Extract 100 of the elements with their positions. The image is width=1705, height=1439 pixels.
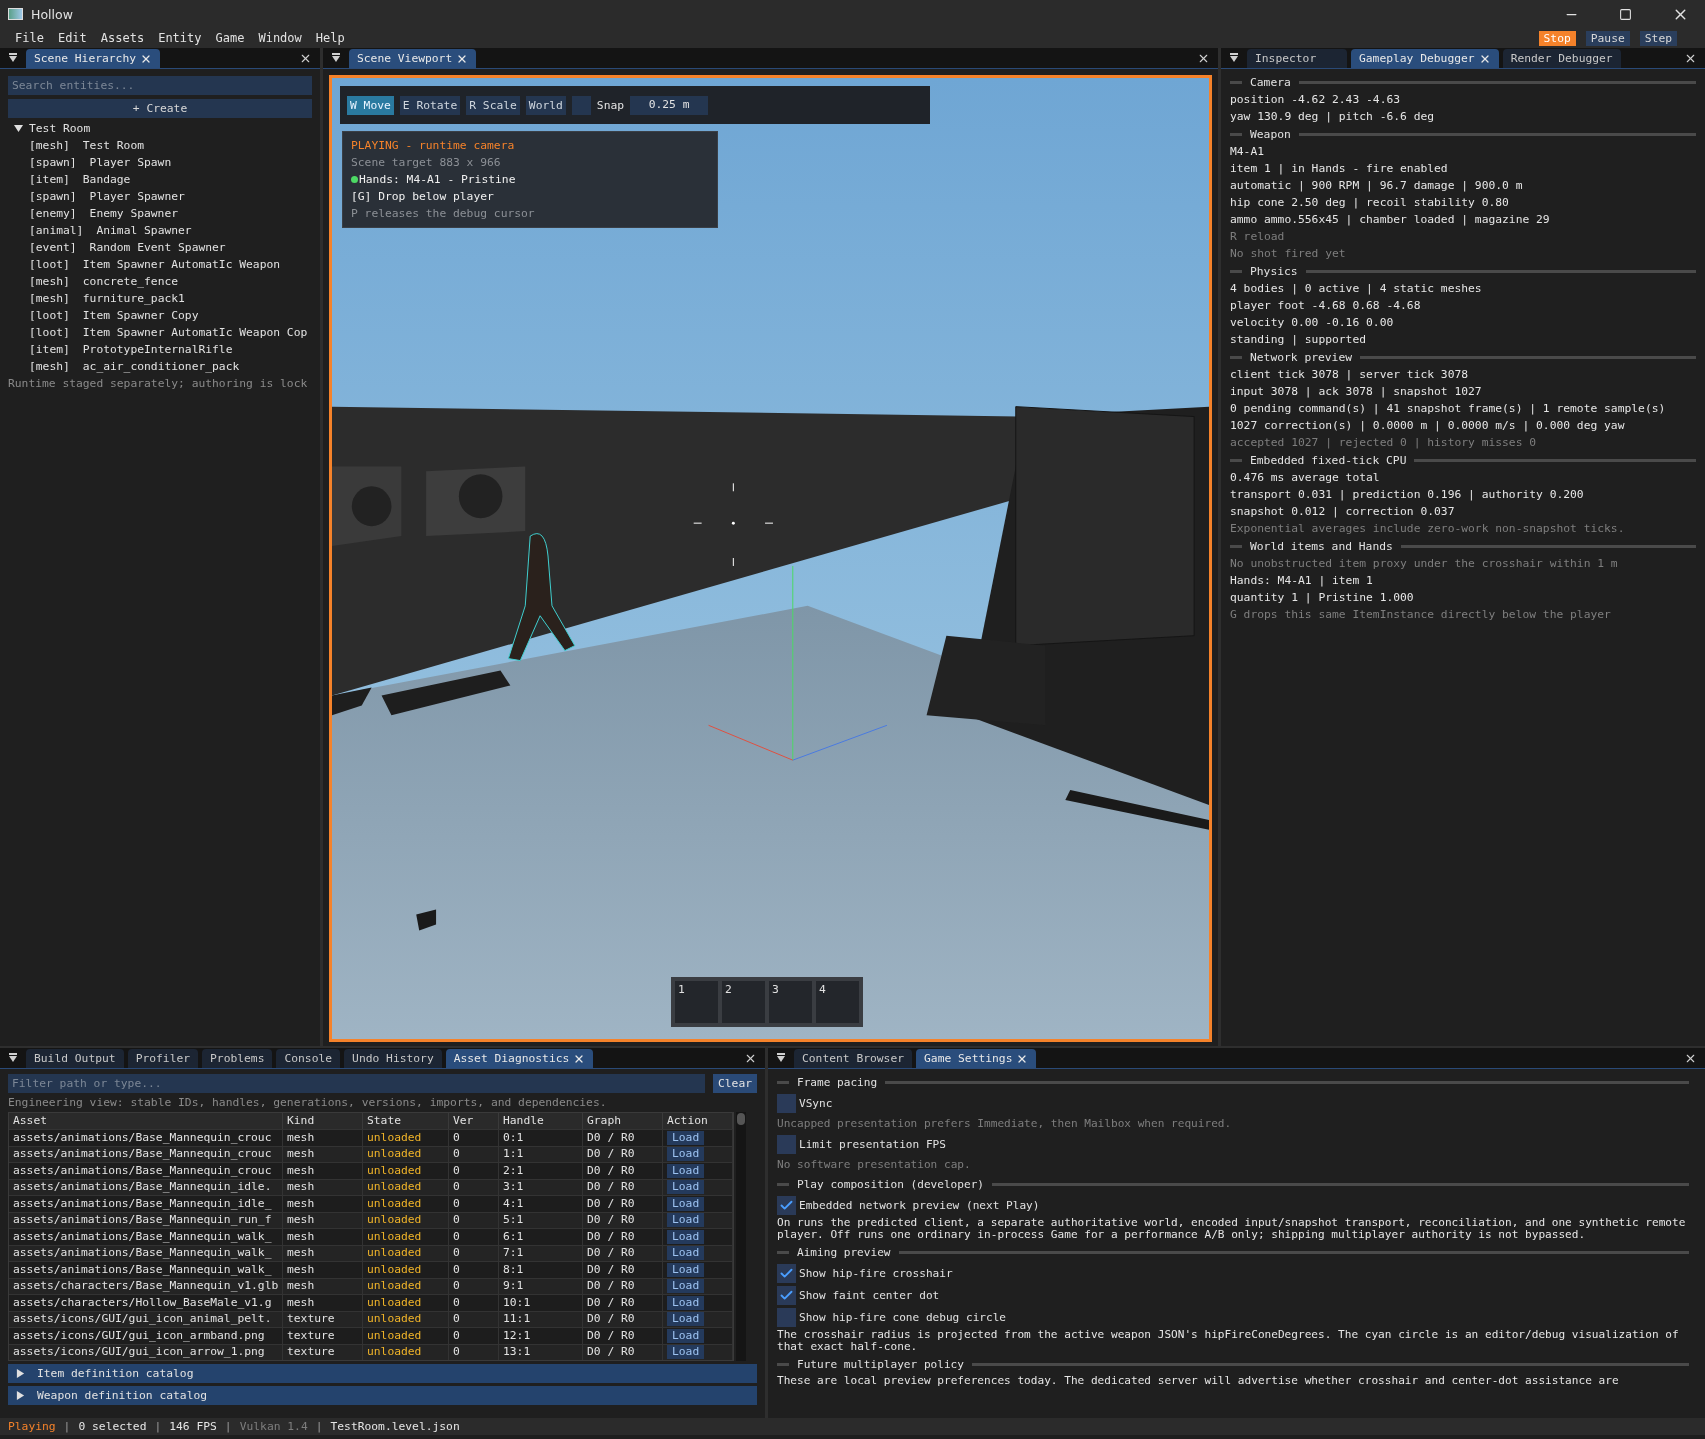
play-control-button[interactable]: Step — [1639, 30, 1677, 46]
menu-item[interactable]: Assets — [93, 29, 152, 47]
load-button[interactable]: Load — [667, 1246, 705, 1261]
load-button[interactable]: Load — [667, 1213, 705, 1228]
tree-item[interactable]: [loot] Item Spawner Copy — [8, 307, 312, 324]
load-button[interactable]: Load — [667, 1229, 705, 1244]
filter-field[interactable]: Filter path or type... — [8, 1074, 705, 1093]
scrollbar-drawing[interactable] — [736, 1112, 746, 1361]
checkbox-label[interactable]: Show hip-fire crosshair — [799, 1266, 953, 1280]
toolbar-button[interactable]: World — [525, 95, 566, 115]
tree-item[interactable]: [mesh] ac_air_conditioner_pack — [8, 358, 312, 375]
load-button[interactable]: Load — [667, 1147, 705, 1162]
tree-item[interactable]: [animal] Animal Spawner — [8, 222, 312, 239]
viewport-frame[interactable]: W Move E Rotate R Scale World Snap 0.25 m PLAYING - runtime camera Scene target 883 x 966 Hands: M4-A1 - Pristine [G] Drop below player P releases the debug cursor 1 2 3 4 — [329, 75, 1212, 1042]
debug-line: yaw 130.9 deg | pitch -6.6 deg — [1230, 109, 1436, 125]
panel-tab[interactable]: Undo History — [344, 1049, 442, 1068]
snap-value-field[interactable]: 0.25 m — [630, 95, 709, 115]
collapsed-arrow-icon[interactable] — [16, 1391, 25, 1400]
checkbox-label[interactable]: VSync — [799, 1096, 833, 1110]
panel-tab[interactable]: Scene Hierarchy — [26, 49, 161, 68]
tree-item[interactable]: [mesh] concrete_fence — [8, 273, 312, 290]
tree-item[interactable]: [enemy] Enemy Spawner — [8, 205, 312, 222]
create-button[interactable]: + Create — [8, 99, 312, 118]
table-cell: assets/animations/Base_Mannequin_walk_ — [13, 1261, 272, 1278]
hotbar-slot[interactable]: 2 — [722, 981, 765, 1023]
dock-menu-icon[interactable] — [8, 53, 18, 63]
panel-tab[interactable]: Build Output — [26, 1049, 124, 1068]
panel-tab[interactable]: Render Debugger — [1502, 49, 1621, 68]
checkbox-label[interactable]: Show faint center dot — [799, 1288, 940, 1302]
panel-tab[interactable]: Asset Diagnostics — [445, 1049, 594, 1068]
load-button[interactable]: Load — [667, 1328, 705, 1343]
load-button[interactable]: Load — [667, 1130, 705, 1145]
tree-item[interactable]: [mesh] furniture_pack1 — [8, 290, 312, 307]
table-cell: 12:1 — [503, 1327, 531, 1344]
tree-item[interactable]: [loot] Item Spawner AutomatIc Weapon — [8, 256, 312, 273]
tree-item[interactable]: [item] Bandage — [8, 171, 312, 188]
checkbox-label[interactable]: Limit presentation FPS — [799, 1137, 946, 1151]
checkbox[interactable] — [777, 1134, 796, 1154]
dock-menu-icon[interactable] — [331, 53, 341, 63]
panel-tab[interactable]: Problems — [202, 1049, 273, 1068]
table-cell: unloaded — [367, 1179, 422, 1196]
panel-tab[interactable]: Game Settings — [916, 1049, 1037, 1068]
table-cell: D0 / R0 — [587, 1195, 635, 1212]
maximize-icon[interactable] — [1619, 7, 1632, 21]
hotbar-slot[interactable]: 4 — [816, 981, 859, 1023]
panel-tab[interactable]: Scene Viewport — [349, 49, 477, 68]
collapsible-header[interactable]: Item definition catalog — [8, 1364, 757, 1383]
tree-item[interactable]: [mesh] Test Room — [8, 137, 312, 154]
load-button[interactable]: Load — [667, 1345, 705, 1360]
debug-line: hip cone 2.50 deg | recoil stability 0.80 — [1230, 195, 1510, 211]
checkbox[interactable] — [571, 95, 591, 115]
tree-item[interactable]: [spawn] Player Spawn — [8, 154, 312, 171]
checkbox[interactable] — [777, 1307, 796, 1327]
collapsed-arrow-icon[interactable] — [16, 1369, 25, 1378]
panel-tab[interactable]: Content Browser — [794, 1049, 913, 1068]
toolbar-button[interactable]: W Move — [347, 95, 394, 115]
tree-item[interactable]: [spawn] Player Spawner — [8, 188, 312, 205]
load-button[interactable]: Load — [667, 1180, 705, 1195]
menu-item[interactable]: Help — [308, 29, 352, 47]
load-button[interactable]: Load — [667, 1262, 705, 1277]
checkbox-label[interactable]: Show hip-fire cone debug circle — [799, 1310, 1007, 1324]
clear-button[interactable]: Clear — [713, 1074, 757, 1093]
dock-menu-icon[interactable] — [1229, 53, 1239, 63]
panel-tab[interactable]: Profiler — [127, 1049, 199, 1068]
collapsible-header[interactable]: Weapon definition catalog — [8, 1386, 757, 1405]
play-control-button[interactable]: Pause — [1585, 30, 1630, 46]
tree-item[interactable]: [loot] Item Spawner AutomatIc Weapon Cop — [8, 324, 312, 341]
hotbar-slot[interactable]: 3 — [769, 981, 812, 1023]
load-button[interactable]: Load — [667, 1295, 705, 1310]
toolbar-button[interactable]: R Scale — [466, 95, 520, 115]
toolbar-button[interactable]: E Rotate — [399, 95, 461, 115]
menu-item[interactable]: Window — [251, 29, 309, 47]
tree-item[interactable]: Test Room — [29, 120, 91, 137]
menu-item[interactable]: File — [8, 29, 51, 47]
table-cell: 0 — [453, 1195, 460, 1212]
menu-item[interactable]: Edit — [50, 29, 94, 47]
panel-tab[interactable]: Gameplay Debugger — [1351, 49, 1499, 68]
checkbox-label[interactable]: Embedded network preview (next Play) — [799, 1198, 1040, 1212]
menu-item[interactable]: Game — [208, 29, 252, 47]
panel-tab[interactable]: Inspector — [1247, 49, 1347, 68]
hotbar-slot[interactable]: 1 — [675, 981, 718, 1023]
tree-item[interactable]: [event] Random Event Spawner — [8, 239, 312, 256]
dock-menu-icon[interactable] — [776, 1053, 786, 1063]
tree-item[interactable]: [item] PrototypeInternalRifle — [8, 341, 312, 358]
checkbox[interactable] — [777, 1285, 796, 1305]
menu-item[interactable]: Entity — [151, 29, 209, 47]
load-button[interactable]: Load — [667, 1196, 705, 1211]
load-button[interactable]: Load — [667, 1163, 705, 1178]
load-button[interactable]: Load — [667, 1312, 705, 1327]
table-cell: 2:1 — [503, 1162, 524, 1179]
load-button[interactable]: Load — [667, 1279, 705, 1294]
expanded-arrow-icon[interactable] — [14, 124, 23, 133]
checkbox[interactable] — [777, 1093, 796, 1113]
checkbox[interactable] — [777, 1195, 796, 1215]
search-field[interactable]: Search entities... — [8, 76, 312, 95]
checkbox[interactable] — [777, 1263, 796, 1283]
panel-tab[interactable]: Console — [276, 1049, 341, 1068]
section-heading: Embedded fixed-tick CPU — [1250, 452, 1407, 469]
dock-menu-icon[interactable] — [8, 1053, 18, 1063]
table-cell: 0 — [453, 1344, 460, 1361]
